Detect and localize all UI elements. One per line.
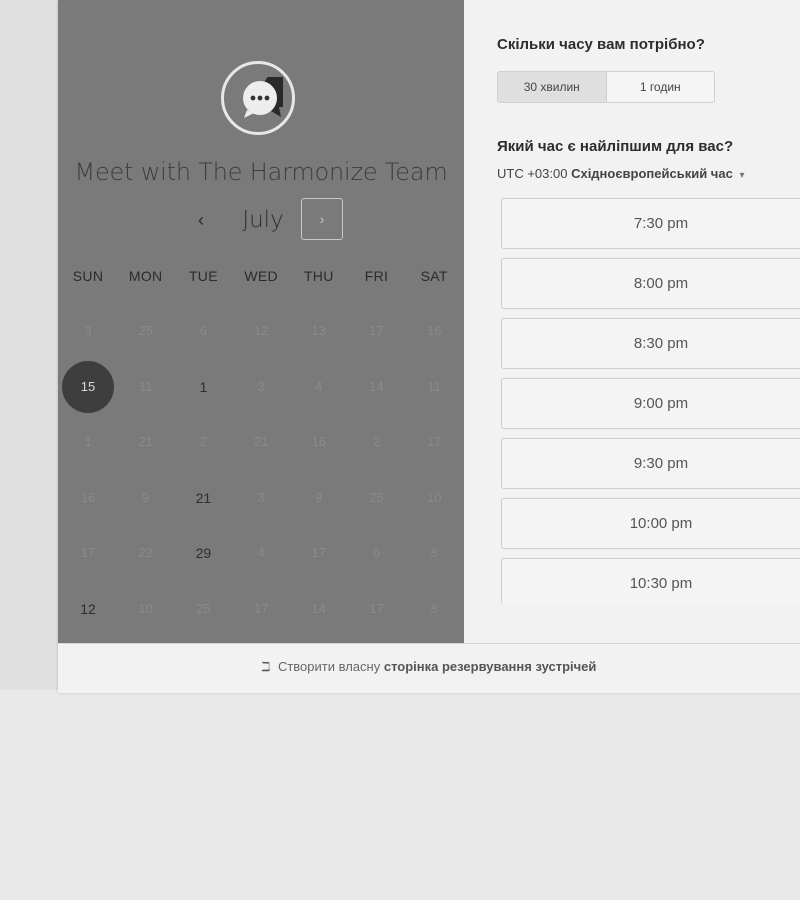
calendar-day: 14 xyxy=(369,378,384,394)
calendar-panel: Meet with The Harmonize Team ‹ July › SU… xyxy=(58,0,464,643)
weekday-label: MON xyxy=(128,268,163,284)
meetings-widget: Meet with The Harmonize Team ‹ July › SU… xyxy=(58,0,800,693)
weekday-label: SUN xyxy=(72,268,104,284)
hubspot-sprocket-icon: ℶ xyxy=(261,659,271,674)
duration-question: Скільки часу вам потрібно? xyxy=(497,36,705,53)
time-slot-button[interactable]: 10:30 pm xyxy=(501,558,800,603)
calendar-day: 3 xyxy=(257,378,265,394)
timezone-selector[interactable]: UTC +03:00 Східноєвропейський час ▾ xyxy=(497,166,744,181)
weekday-header: SUN MON TUE WED THU FRI SAT xyxy=(59,268,465,286)
footer-text: Створити власну xyxy=(277,659,381,674)
time-slot-button[interactable]: 8:30 pm xyxy=(501,318,800,369)
time-slot-button[interactable]: 7:30 pm xyxy=(501,198,800,249)
timezone-name: Східноєвропейський час xyxy=(571,166,733,181)
calendar-day: 8 xyxy=(430,600,438,616)
calendar-day: 13 xyxy=(311,323,327,338)
calendar-day: 17 xyxy=(369,600,384,616)
chat-bubble-icon xyxy=(243,77,283,118)
duration-option-30min[interactable]: 30 хвилин xyxy=(498,72,607,102)
calendar-day: 4 xyxy=(315,378,323,394)
calendar-day: 21 xyxy=(253,434,269,449)
calendar-day: 25 xyxy=(196,600,211,616)
calendar-day: 6 xyxy=(372,545,381,560)
chevron-left-icon: ‹ xyxy=(198,210,204,230)
calendar-day: 10 xyxy=(138,600,153,616)
calendar-day: 16 xyxy=(311,434,327,449)
calendar-day: 10 xyxy=(426,489,442,505)
time-slot-button[interactable]: 9:30 pm xyxy=(501,438,800,489)
calendar-day[interactable]: 1 xyxy=(177,361,229,413)
calendar-day: 25 xyxy=(138,323,153,338)
chevron-right-icon: › xyxy=(319,211,325,227)
calendar-day-selected[interactable]: 15 xyxy=(62,360,114,413)
calendar-day: 8 xyxy=(430,545,438,560)
footer-bar: ℶ Створити власну сторінка резервування … xyxy=(58,643,800,693)
weekday-label: SAT xyxy=(420,268,448,284)
calendar-day: 2 xyxy=(199,434,207,449)
calendar-day: 25 xyxy=(369,489,384,505)
calendar-day: 12 xyxy=(253,323,269,338)
page-background-strip xyxy=(0,0,58,690)
calendar-day: 3 xyxy=(84,323,92,338)
next-month-button[interactable]: › xyxy=(301,198,343,240)
weekday-label: THU xyxy=(303,268,334,284)
calendar-day[interactable]: 21 xyxy=(177,472,229,524)
create-booking-page-link[interactable]: сторінка резервування зустрічей xyxy=(384,659,597,674)
calendar-day: 16 xyxy=(426,323,442,338)
calendar-day: 1 xyxy=(84,434,92,449)
meeting-title: Meet with The Harmonize Team xyxy=(74,158,448,186)
prev-month-button[interactable]: ‹ xyxy=(186,202,216,238)
time-slot-button[interactable]: 8:00 pm xyxy=(501,258,800,309)
calendar-day: 2 xyxy=(372,434,381,449)
timezone-offset: UTC +03:00 xyxy=(497,166,568,181)
calendar-day: 17 xyxy=(253,600,269,616)
booking-panel: Скільки часу вам потрібно? 30 хвилин 1 г… xyxy=(464,0,800,643)
calendar-day: 17 xyxy=(311,545,327,560)
time-slot-button[interactable]: 10:00 pm xyxy=(501,498,800,549)
calendar-day: 9 xyxy=(315,489,323,505)
calendar-day: 6 xyxy=(199,323,207,338)
calendar-day: 14 xyxy=(311,600,327,616)
caret-down-icon: ▾ xyxy=(739,170,745,181)
calendar-day[interactable]: 29 xyxy=(177,527,229,579)
weekday-label: FRI xyxy=(364,268,389,284)
calendar-day: 17 xyxy=(369,323,384,338)
month-navigation: ‹ July › xyxy=(58,198,464,242)
weekday-label: WED xyxy=(244,268,278,284)
calendar-day: 21 xyxy=(138,434,153,449)
calendar-day: 4 xyxy=(257,545,265,560)
calendar-day: 17 xyxy=(426,434,442,449)
calendar-day: 17 xyxy=(80,545,96,560)
calendar-day: 22 xyxy=(138,545,153,560)
calendar-day: 11 xyxy=(427,378,441,394)
team-avatar xyxy=(221,61,295,135)
weekday-label: TUE xyxy=(188,268,218,284)
time-slot-button[interactable]: 9:00 pm xyxy=(501,378,800,429)
calendar-day: 11 xyxy=(138,378,153,394)
duration-option-1hour[interactable]: 1 годин xyxy=(607,72,715,102)
calendar-day: 3 xyxy=(257,489,265,505)
time-slot-list[interactable]: 7:30 pm 8:00 pm 8:30 pm 9:00 pm 9:30 pm 10:00… xyxy=(501,198,800,603)
duration-selector: 30 хвилин 1 годин xyxy=(497,71,715,103)
calendar-day: 9 xyxy=(142,489,150,505)
month-label: July xyxy=(242,207,284,233)
calendar-day[interactable]: 12 xyxy=(62,583,114,635)
calendar-day: 16 xyxy=(80,489,96,505)
time-question: Який час є найліпшим для вас? xyxy=(497,138,734,155)
